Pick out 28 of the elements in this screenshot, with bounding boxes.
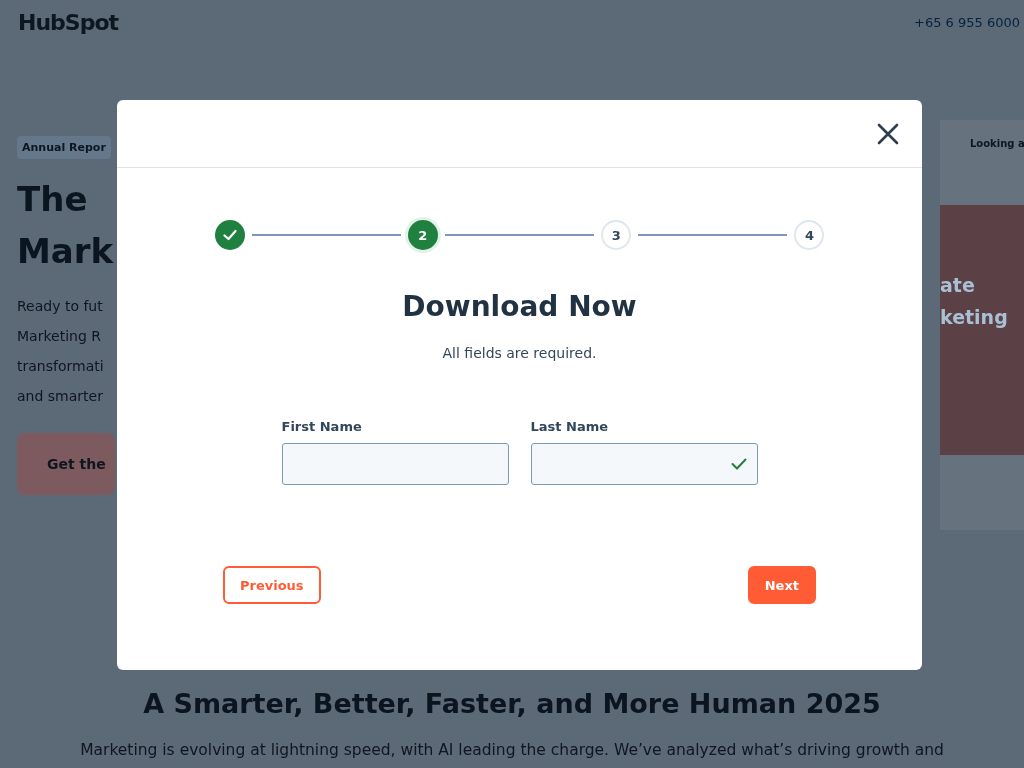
field-label: Last Name	[530, 419, 610, 434]
phone-link[interactable]: +65 6 955 6000	[914, 14, 1020, 30]
field-label: First Name	[281, 419, 363, 434]
cover-title: keting	[940, 305, 1009, 330]
close-icon[interactable]	[877, 122, 899, 145]
step-indicator: 2	[407, 220, 438, 250]
cover-title: ate	[940, 273, 976, 298]
cta-button[interactable]: Get the	[17, 433, 115, 495]
section-text: Marketing is evolving at lightning speed, with AI leading the charge. We’ve analyzed what’s driving growth and	[80, 741, 944, 759]
preview-heading: Looking a	[969, 138, 1024, 149]
next-button[interactable]: Next	[747, 566, 816, 604]
input-field[interactable]	[530, 443, 758, 485]
hero-text: and smarter	[17, 387, 104, 406]
hero-title: The	[17, 178, 89, 221]
step-indicator: 4	[794, 220, 825, 250]
report-badge: Annual Repor	[17, 136, 111, 159]
check-icon	[730, 458, 747, 470]
section-heading: A Smarter, Better, Faster, and More Human 2025	[143, 688, 881, 719]
dialog-subtitle: All fields are required.	[442, 345, 597, 361]
hero-text: Ready to fut	[17, 297, 104, 316]
logo[interactable]: HubSpot	[18, 9, 119, 35]
previous-button[interactable]: Previous	[223, 566, 321, 604]
input-field[interactable]	[281, 443, 509, 485]
step-indicator: 3	[601, 220, 632, 250]
dialog-title: Download Now	[402, 290, 637, 323]
hero-title: Mark	[17, 230, 115, 273]
hero-text: Marketing R	[17, 327, 102, 346]
hero-text: transformati	[17, 357, 105, 376]
